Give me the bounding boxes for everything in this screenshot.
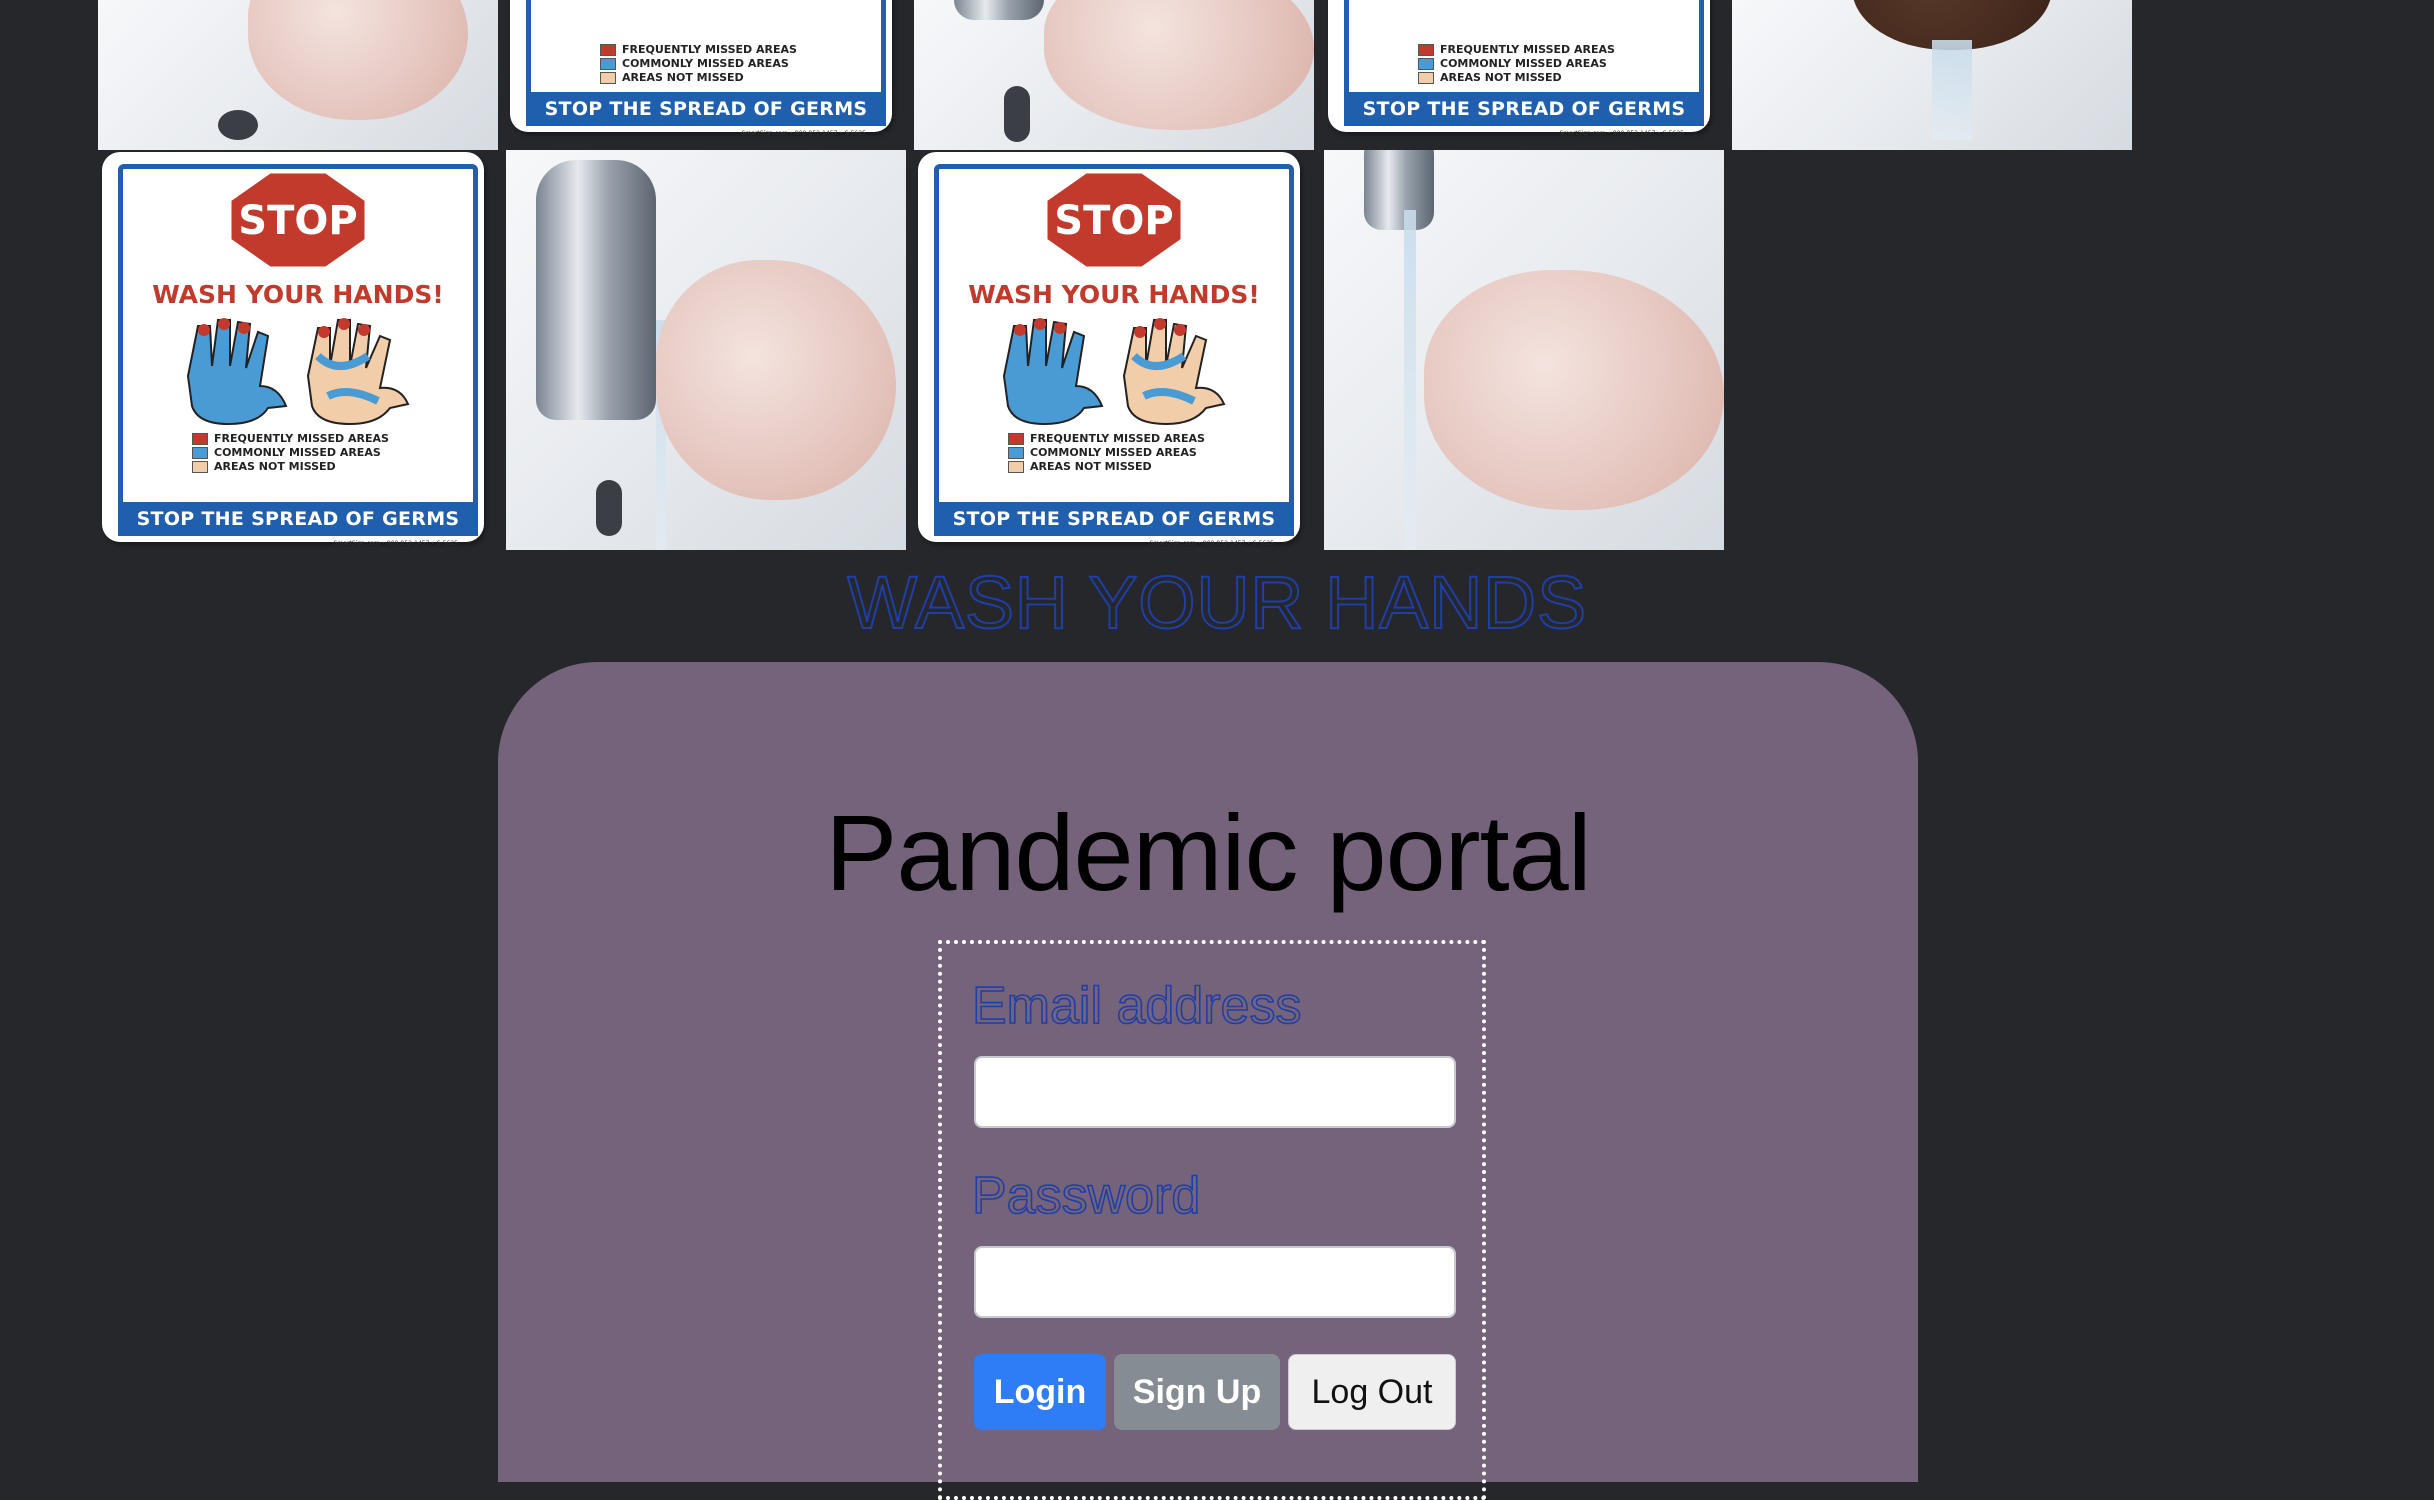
wash-hands-poster: STOP WASH YOUR HANDS! FREQUENTLY MISSED …	[98, 150, 498, 550]
page-headline: WASH YOUR HANDS	[846, 560, 1587, 645]
stop-sign-icon: STOP	[1044, 170, 1184, 270]
handwash-photo	[98, 0, 498, 150]
email-label: Email address	[971, 976, 1302, 1036]
login-button[interactable]: Login	[974, 1354, 1106, 1430]
portal-title: Pandemic portal	[825, 792, 1591, 913]
svg-text:STOP: STOP	[1054, 198, 1173, 244]
handwash-photo	[1324, 150, 1724, 550]
password-label: Password	[971, 1166, 1201, 1226]
hands-diagram-icon	[1002, 318, 1226, 426]
svg-text:STOP: STOP	[238, 198, 357, 244]
logout-button[interactable]: Log Out	[1288, 1354, 1456, 1430]
handwash-photo	[1732, 0, 2132, 150]
handwash-photo	[914, 0, 1314, 150]
password-field[interactable]	[974, 1246, 1456, 1318]
wash-hands-poster: FREQUENTLY MISSED AREAS COMMONLY MISSED …	[506, 0, 906, 140]
login-card: Pandemic portal Email address Password L…	[498, 662, 1918, 1500]
hands-diagram-icon	[186, 318, 410, 426]
signup-button[interactable]: Sign Up	[1114, 1354, 1280, 1430]
image-gallery: FREQUENTLY MISSED AREAS COMMONLY MISSED …	[0, 0, 2434, 560]
stop-sign-icon: STOP	[228, 170, 368, 270]
email-field[interactable]	[974, 1056, 1456, 1128]
login-form: Email address Password Login Sign Up Log…	[938, 940, 1486, 1500]
wash-hands-poster: FREQUENTLY MISSED AREAS COMMONLY MISSED …	[1324, 0, 1724, 140]
wash-hands-poster: STOP WASH YOUR HANDS! FREQUENTLY MISSED …	[914, 150, 1314, 550]
handwash-photo	[506, 150, 906, 550]
